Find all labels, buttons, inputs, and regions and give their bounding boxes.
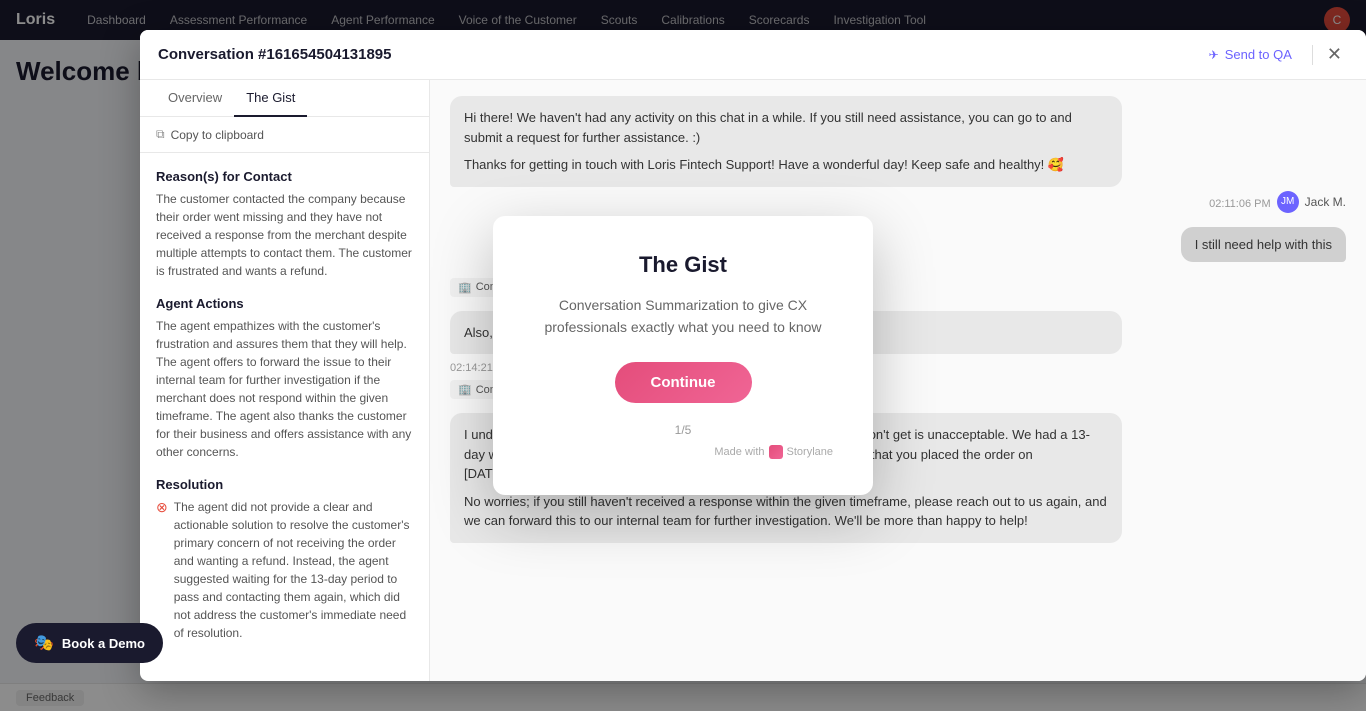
gist-modal-actions: Continue 1/5 (533, 362, 833, 437)
gist-modal-overlay: The Gist Conversation Summarization to g… (0, 0, 1366, 711)
book-demo-label: Book a Demo (62, 636, 145, 651)
storylane-brand: Storylane (787, 446, 833, 458)
book-demo-button[interactable]: 🎭 Book a Demo (16, 623, 163, 663)
gist-modal-description: Conversation Summarization to give CX pr… (533, 294, 833, 339)
demo-icon: 🎭 (34, 633, 54, 653)
pagination: 1/5 (675, 423, 692, 437)
gist-modal-title: The Gist (533, 252, 833, 278)
storylane-made-with: Made with (714, 446, 764, 458)
continue-button[interactable]: Continue (615, 362, 752, 403)
storylane-icon (769, 445, 783, 459)
gist-modal: The Gist Conversation Summarization to g… (493, 216, 873, 496)
storylane-row: Made with Storylane (533, 445, 833, 459)
